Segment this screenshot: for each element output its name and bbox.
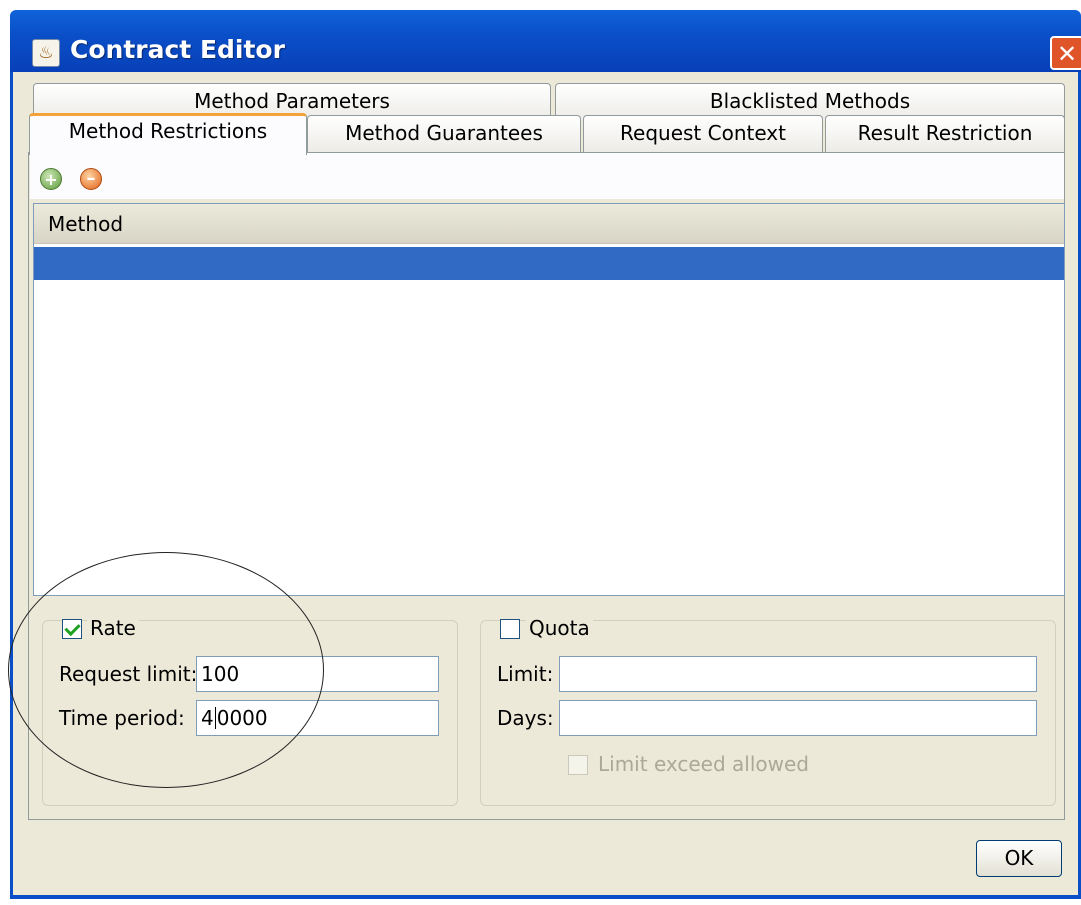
tab-method-guarantees[interactable]: Method Guarantees — [307, 115, 581, 153]
time-period-value-end: 0000 — [216, 706, 268, 730]
time-period-field[interactable]: 4 0000 — [196, 700, 439, 736]
toolbar — [30, 153, 1064, 199]
contract-editor-window: ♨ Contract Editor ✕ Method Parameters Bl… — [0, 0, 1081, 905]
tab-result-restriction[interactable]: Result Restriction — [825, 115, 1065, 153]
limit-label: Limit: — [494, 662, 557, 686]
quota-checkbox[interactable] — [500, 619, 520, 639]
ok-button[interactable]: OK — [976, 840, 1062, 877]
days-label: Days: — [494, 706, 557, 730]
title-bar[interactable]: ♨ Contract Editor ✕ — [10, 10, 1081, 72]
rate-checkbox[interactable] — [62, 619, 82, 639]
tab-request-context[interactable]: Request Context — [583, 115, 823, 153]
days-field[interactable] — [559, 700, 1037, 736]
methods-table[interactable]: Method — [33, 203, 1065, 596]
rate-label: Rate — [87, 616, 139, 640]
column-header-method[interactable]: Method — [34, 204, 1064, 244]
remove-icon[interactable]: – — [80, 168, 102, 190]
java-cup-icon: ♨ — [32, 39, 60, 67]
limit-field[interactable] — [559, 656, 1037, 692]
request-limit-label: Request limit: — [56, 662, 201, 686]
tab-method-restrictions[interactable]: Method Restrictions — [29, 113, 307, 155]
limit-exceed-label: Limit exceed allowed — [595, 752, 812, 776]
time-period-label: Time period: — [56, 706, 188, 730]
text-caret — [214, 707, 216, 729]
window-title: Contract Editor — [70, 35, 285, 64]
request-limit-field[interactable]: 100 — [196, 656, 439, 692]
close-button[interactable]: ✕ — [1050, 36, 1081, 70]
limit-exceed-checkbox[interactable] — [568, 755, 588, 775]
add-icon[interactable]: + — [40, 168, 62, 190]
quota-label: Quota — [526, 616, 593, 640]
time-period-value-start: 4 — [201, 706, 214, 730]
table-row[interactable] — [34, 247, 1064, 280]
